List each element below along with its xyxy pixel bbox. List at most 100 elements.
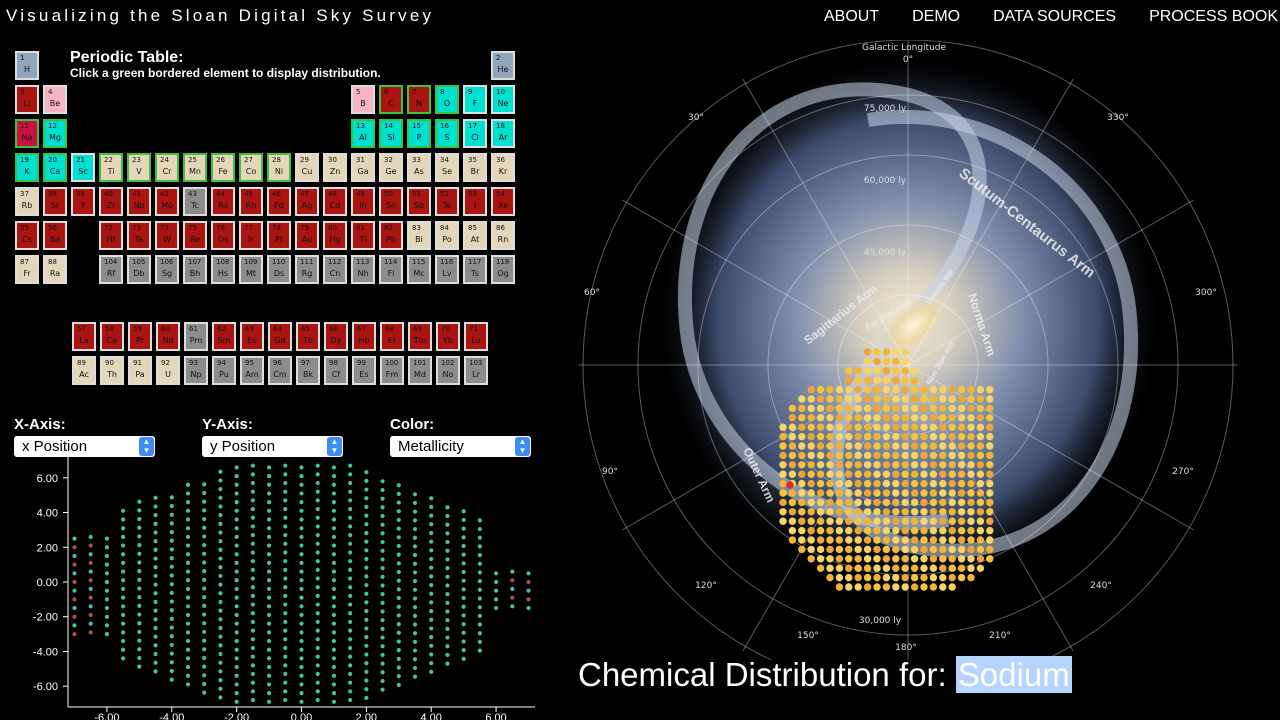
element-bh[interactable]: 107 Bh [183,255,207,284]
element-eu[interactable]: 63 Eu [240,322,264,351]
element-tm[interactable]: 69 Tm [408,322,432,351]
element-al[interactable]: 13 Al [351,119,375,148]
element-he[interactable]: 2 He [491,51,515,80]
element-th[interactable]: 90 Th [100,356,124,385]
nav-demo[interactable]: DEMO [912,8,960,26]
element-w[interactable]: 74 W [155,221,179,250]
element-hg[interactable]: 80 Hg [323,221,347,250]
element-s[interactable]: 16 S [435,119,459,148]
element-sb[interactable]: 51 Sb [407,187,431,216]
element-ge[interactable]: 32 Ge [379,153,403,182]
element-hf[interactable]: 72 Hf [99,221,123,250]
element-i[interactable]: 53 I [463,187,487,216]
element-f[interactable]: 9F [463,85,487,114]
element-au[interactable]: 79 Au [295,221,319,250]
selected-element[interactable]: Sodium [955,656,1072,693]
element-ag[interactable]: 47 Ag [295,187,319,216]
element-ra[interactable]: 88 Ra [43,255,67,284]
element-sr[interactable]: 38 Sr [43,187,67,216]
element-mo[interactable]: 42 Mo [155,187,179,216]
element-y[interactable]: 39 Y [71,187,95,216]
element-kr[interactable]: 36 Kr [491,153,515,182]
element-pa[interactable]: 91 Pa [128,356,152,385]
element-ds[interactable]: 110 Ds [267,255,291,284]
element-v[interactable]: 23 V [127,153,151,182]
element-pb[interactable]: 82 Pb [379,221,403,250]
element-nh[interactable]: 113 Nh [351,255,375,284]
element-mc[interactable]: 115 Mc [407,255,431,284]
element-ca[interactable]: 20 Ca [43,153,67,182]
element-cu[interactable]: 29 Cu [295,153,319,182]
element-zr[interactable]: 40 Zr [99,187,123,216]
element-fl[interactable]: 114 Fl [379,255,403,284]
element-es[interactable]: 99 Es [352,356,376,385]
element-no[interactable]: 102 No [436,356,460,385]
element-se[interactable]: 34 Se [435,153,459,182]
element-ne[interactable]: 10 Ne [491,85,515,114]
element-b[interactable]: 5B [351,85,375,114]
element-ga[interactable]: 31 Ga [351,153,375,182]
nav-about[interactable]: ABOUT [824,8,879,26]
element-be[interactable]: 4 Be [43,85,67,114]
element-tc[interactable]: 43 Tc [183,187,207,216]
element-li[interactable]: 3 Li [15,85,39,114]
element-rg[interactable]: 111 Rg [295,255,319,284]
element-sn[interactable]: 50 Sn [379,187,403,216]
element-ru[interactable]: 44 Ru [211,187,235,216]
element-h[interactable]: 1H [15,51,39,80]
element-u[interactable]: 92 U [156,356,180,385]
element-og[interactable]: 118 Og [491,255,515,284]
element-si[interactable]: 14 Si [379,119,403,148]
element-mg[interactable]: 12 Mg [43,119,67,148]
element-cd[interactable]: 48 Cd [323,187,347,216]
element-fm[interactable]: 100 Fm [380,356,404,385]
element-br[interactable]: 35 Br [463,153,487,182]
element-pm[interactable]: 61 Pm [184,322,208,351]
nav-process-book[interactable]: PROCESS BOOK [1149,8,1278,26]
element-te[interactable]: 52 Te [435,187,459,216]
element-gd[interactable]: 64 Gd [268,322,292,351]
element-co[interactable]: 27 Co [239,153,263,182]
element-nb[interactable]: 41 Nb [127,187,151,216]
element-as[interactable]: 33 As [407,153,431,182]
element-nd[interactable]: 60 Nd [156,322,180,351]
element-ts[interactable]: 117 Ts [463,255,487,284]
element-mt[interactable]: 109 Mt [239,255,263,284]
element-fe[interactable]: 26 Fe [211,153,235,182]
element-re[interactable]: 75 Re [183,221,207,250]
element-db[interactable]: 105 Db [127,255,151,284]
element-np[interactable]: 93 Np [184,356,208,385]
element-ni[interactable]: 28 Ni [267,153,291,182]
element-sg[interactable]: 106 Sg [155,255,179,284]
element-cs[interactable]: 55 Cs [15,221,39,250]
element-p[interactable]: 15 P [407,119,431,148]
element-n[interactable]: 7N [407,85,431,114]
element-lv[interactable]: 116 Lv [435,255,459,284]
element-ar[interactable]: 18 Ar [491,119,515,148]
element-os[interactable]: 76 Os [211,221,235,250]
element-cr[interactable]: 24 Cr [155,153,179,182]
element-rf[interactable]: 104 Rf [99,255,123,284]
element-hs[interactable]: 108 Hs [211,255,235,284]
element-in[interactable]: 49 In [351,187,375,216]
y-axis-select[interactable]: y Position ▲ ▼ [202,436,343,457]
element-tl[interactable]: 81 Tl [351,221,375,250]
element-tb[interactable]: 65 Tb [296,322,320,351]
element-ba[interactable]: 56 Ba [43,221,67,250]
element-md[interactable]: 101 Md [408,356,432,385]
nav-data-sources[interactable]: DATA SOURCES [993,8,1116,26]
element-yb[interactable]: 70 Yb [436,322,460,351]
element-k[interactable]: 19 K [15,153,39,182]
element-rn[interactable]: 86 Rn [491,221,515,250]
element-dy[interactable]: 66 Dy [324,322,348,351]
element-ta[interactable]: 73 Ta [127,221,151,250]
element-fr[interactable]: 87 Fr [15,255,39,284]
element-la[interactable]: 57 La [72,322,96,351]
element-mn[interactable]: 25 Mn [183,153,207,182]
element-po[interactable]: 84 Po [435,221,459,250]
element-pu[interactable]: 94 Pu [212,356,236,385]
element-ti[interactable]: 22 Ti [99,153,123,182]
element-ir[interactable]: 77 Ir [239,221,263,250]
element-pt[interactable]: 78 Pt [267,221,291,250]
element-lu[interactable]: 71 Lu [464,322,488,351]
